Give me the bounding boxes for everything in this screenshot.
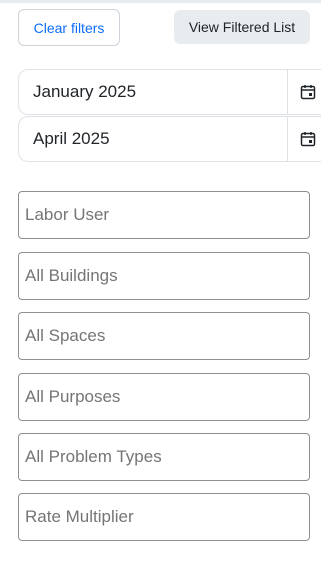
start-month-value[interactable]: January 2025 <box>19 82 287 102</box>
end-month-field[interactable]: April 2025 <box>18 116 321 162</box>
purposes-select[interactable]: All Purposes <box>18 373 310 421</box>
rate-multiplier-select[interactable]: Rate Multiplier <box>18 493 310 541</box>
calendar-icon[interactable] <box>287 70 321 114</box>
buildings-select[interactable]: All Buildings <box>18 252 310 300</box>
problem-types-select[interactable]: All Problem Types <box>18 433 310 481</box>
clear-filters-button[interactable]: Clear filters <box>18 9 120 46</box>
top-divider <box>0 0 321 3</box>
view-filtered-list-button[interactable]: View Filtered List <box>174 10 310 44</box>
labor-user-select[interactable]: Labor User <box>18 191 310 239</box>
end-month-value[interactable]: April 2025 <box>19 129 287 149</box>
start-month-field[interactable]: January 2025 <box>18 69 321 115</box>
spaces-select[interactable]: All Spaces <box>18 312 310 360</box>
calendar-icon[interactable] <box>287 117 321 161</box>
